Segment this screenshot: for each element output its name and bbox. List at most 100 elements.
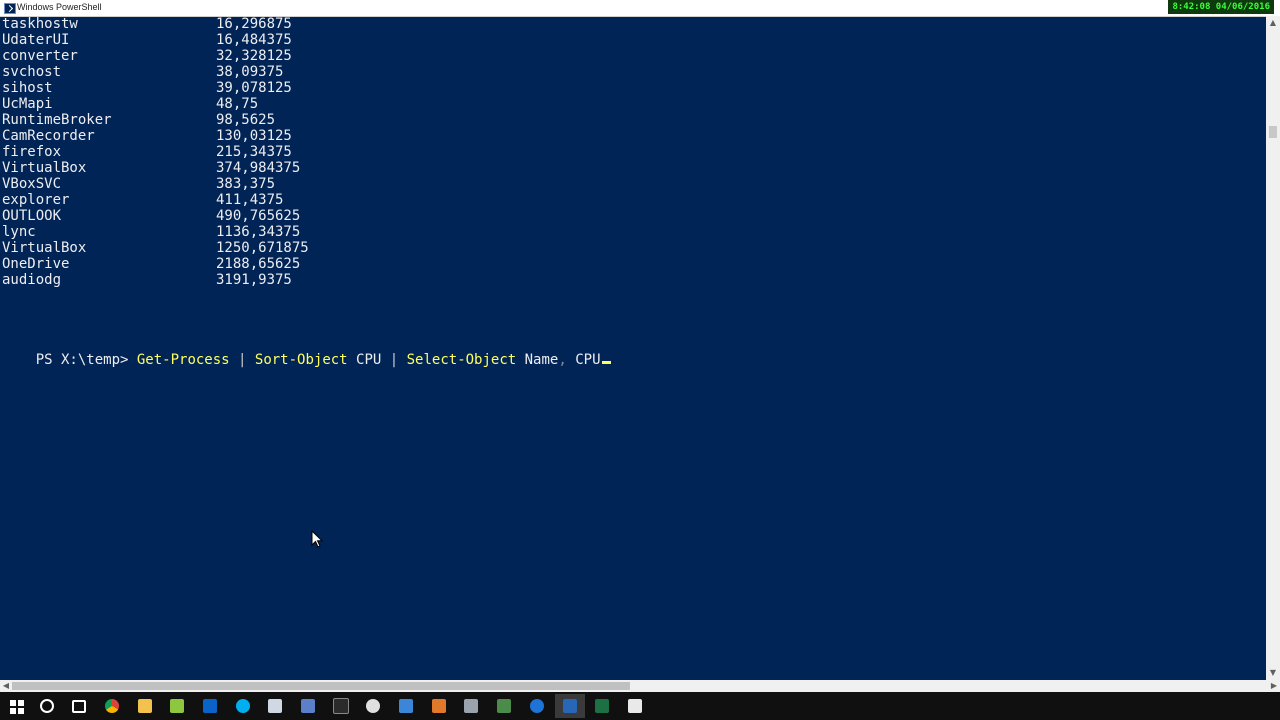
process-name: sihost xyxy=(2,80,53,96)
taskbar-button-skype[interactable] xyxy=(228,694,258,718)
edge-icon xyxy=(530,699,544,713)
process-name: RuntimeBroker xyxy=(2,112,112,128)
process-row: OUTLOOK 490,765625 xyxy=(2,208,300,224)
process-name: firefox xyxy=(2,144,62,160)
cmdlet-select-object: Select-Object xyxy=(406,352,517,368)
process-cpu: 1250,671875 xyxy=(216,240,309,256)
process-cpu: 490,765625 xyxy=(216,208,301,224)
argument-name: Name xyxy=(516,352,559,368)
chrome-icon xyxy=(105,699,119,713)
taskbar-button-powershell[interactable] xyxy=(555,694,585,718)
prompt-path: PS X:\temp> xyxy=(35,352,137,368)
process-row: CamRecorder 130,03125 xyxy=(2,128,292,144)
taskbar-button-cmd-app[interactable] xyxy=(489,694,519,718)
taskbar-button-edge[interactable] xyxy=(522,694,552,718)
process-name: explorer xyxy=(2,192,70,208)
taskbar-button-vbox-app[interactable] xyxy=(293,694,323,718)
process-name: CamRecorder xyxy=(2,128,95,144)
scroll-right-arrow-icon[interactable]: ▶ xyxy=(1268,680,1280,692)
taskbar-button-windows-start[interactable] xyxy=(2,694,32,718)
taskbar-button-file-explorer[interactable] xyxy=(130,694,160,718)
skype-icon xyxy=(236,699,250,713)
scroll-down-arrow-icon[interactable]: ▼ xyxy=(1266,666,1280,680)
scroll-left-arrow-icon[interactable]: ◀ xyxy=(0,680,12,692)
process-cpu: 16,296875 xyxy=(216,16,292,32)
comma-separator: , xyxy=(558,352,567,368)
argument-cpu: CPU xyxy=(566,352,601,368)
process-row: RuntimeBroker 98,5625 xyxy=(2,112,275,128)
process-name: converter xyxy=(2,48,78,64)
taskbar-button-notepadpp[interactable] xyxy=(162,694,192,718)
process-row: UdaterUI 16,484375 xyxy=(2,32,292,48)
clock-display: 8:42:08 04/06/2016 xyxy=(1168,0,1274,14)
paint-icon xyxy=(432,699,446,713)
file-explorer-icon xyxy=(138,699,152,713)
task-view-icon xyxy=(72,699,86,713)
terminal-icon xyxy=(333,698,349,714)
process-cpu: 38,09375 xyxy=(216,64,284,80)
outlook-icon xyxy=(203,699,217,713)
process-name: VirtualBox xyxy=(2,240,87,256)
taskbar-button-virtualbox[interactable] xyxy=(260,694,290,718)
process-cpu: 3191,9375 xyxy=(216,272,292,288)
vertical-scrollbar[interactable]: ▲ ▼ xyxy=(1266,16,1280,680)
taskbar-button-chrome[interactable] xyxy=(97,694,127,718)
process-name: VBoxSVC xyxy=(2,176,62,192)
process-row: audiodg 3191,9375 xyxy=(2,272,292,288)
taskbar-button-remote-desktop[interactable] xyxy=(391,694,421,718)
pipe-operator: | xyxy=(381,352,407,368)
process-row: firefox 215,34375 xyxy=(2,144,292,160)
settings-icon xyxy=(366,699,380,713)
taskbar-button-camtasia[interactable] xyxy=(620,694,650,718)
taskbar xyxy=(0,692,1280,720)
process-name: VirtualBox xyxy=(2,160,87,176)
process-cpu: 2188,65625 xyxy=(216,256,301,272)
horizontal-scroll-thumb[interactable] xyxy=(12,682,630,690)
taskbar-button-settings[interactable] xyxy=(358,694,388,718)
process-cpu: 383,375 xyxy=(216,176,276,192)
window-title: Windows PowerShell xyxy=(17,2,102,12)
process-name: OUTLOOK xyxy=(2,208,62,224)
cmd-app-icon xyxy=(497,699,511,713)
process-cpu: 39,078125 xyxy=(216,80,292,96)
process-cpu: 130,03125 xyxy=(216,128,292,144)
camtasia-icon xyxy=(628,699,642,713)
notepadpp-icon xyxy=(170,699,184,713)
pipe-operator: | xyxy=(229,352,255,368)
process-row: converter 32,328125 xyxy=(2,48,292,64)
taskbar-button-terminal[interactable] xyxy=(326,694,356,718)
process-row: lync 1136,34375 xyxy=(2,224,300,240)
search-icon xyxy=(40,699,54,713)
process-name: audiodg xyxy=(2,272,62,288)
process-cpu: 32,328125 xyxy=(216,48,292,64)
horizontal-scrollbar[interactable]: ◀ ▶ xyxy=(0,680,1280,692)
taskbar-button-wrench[interactable] xyxy=(456,694,486,718)
cmdlet-get-process: Get-Process xyxy=(136,352,230,368)
taskbar-button-task-view[interactable] xyxy=(64,694,94,718)
powershell-icon xyxy=(563,699,577,713)
text-cursor xyxy=(601,361,611,364)
title-bar[interactable]: Windows PowerShell 8:42:08 04/06/2016 xyxy=(0,0,1280,17)
process-name: OneDrive xyxy=(2,256,70,272)
vertical-scroll-thumb[interactable] xyxy=(1269,126,1277,138)
process-name: UcMapi xyxy=(2,96,53,112)
scroll-up-arrow-icon[interactable]: ▲ xyxy=(1266,16,1280,30)
process-row: explorer 411,4375 xyxy=(2,192,283,208)
powershell-app-icon xyxy=(4,3,16,14)
taskbar-button-search[interactable] xyxy=(32,694,62,718)
excel-icon xyxy=(595,699,609,713)
taskbar-button-outlook[interactable] xyxy=(195,694,225,718)
process-name: lync xyxy=(2,224,36,240)
windows-start-icon xyxy=(10,699,24,714)
command-prompt-line[interactable]: PS X:\temp> Get-Process | Sort-Object CP… xyxy=(2,336,611,368)
virtualbox-icon xyxy=(268,699,282,713)
taskbar-button-paint[interactable] xyxy=(424,694,454,718)
process-row: svchost 38,09375 xyxy=(2,64,283,80)
taskbar-button-excel[interactable] xyxy=(587,694,617,718)
vbox-app-icon xyxy=(301,699,315,713)
console-output[interactable]: taskhostw 16,296875 UdaterUI 16,484375 conve… xyxy=(0,16,1266,680)
process-cpu: 1136,34375 xyxy=(216,224,301,240)
process-row: OneDrive 2188,65625 xyxy=(2,256,300,272)
process-row: UcMapi 48,75 xyxy=(2,96,258,112)
process-cpu: 411,4375 xyxy=(216,192,284,208)
